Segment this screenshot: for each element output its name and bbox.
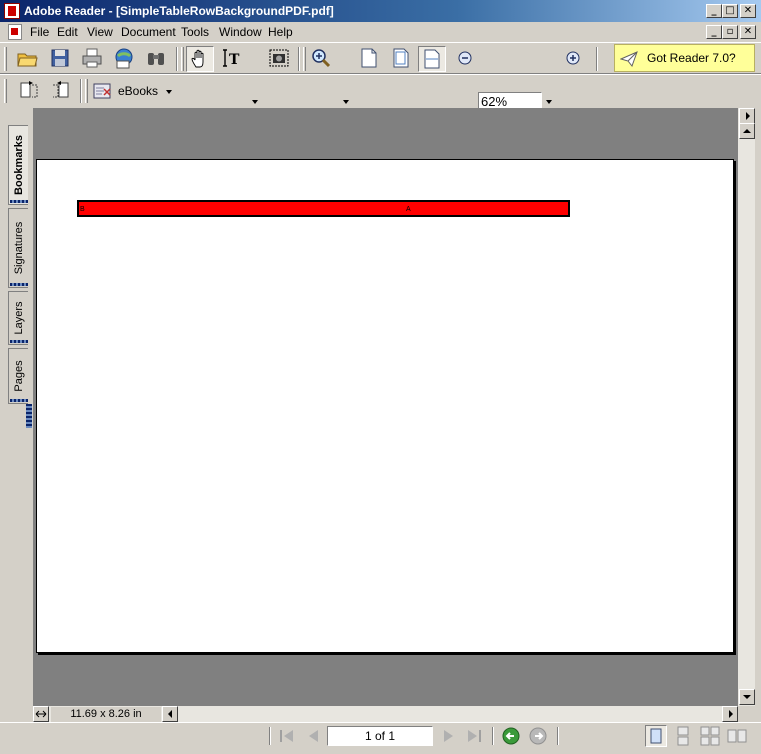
toolbar-separator <box>596 47 598 71</box>
collapse-panel-button[interactable] <box>739 108 755 124</box>
status-separator <box>269 727 271 745</box>
toolbar-grip[interactable] <box>181 47 184 71</box>
snapshot-tool-icon[interactable] <box>268 47 290 69</box>
menu-tools[interactable]: Tools <box>181 25 209 39</box>
table-cell: A <box>406 206 411 213</box>
toolbar-grip[interactable] <box>4 79 7 103</box>
table-cell: B <box>80 206 85 213</box>
ebooks-label: eBooks <box>118 84 159 98</box>
ebooks-icon <box>92 80 114 102</box>
maximize-button[interactable]: □ <box>722 4 738 18</box>
zoom-in-icon[interactable] <box>562 47 584 69</box>
toolbar-grip[interactable] <box>303 47 306 71</box>
continuous-facing-layout-icon[interactable] <box>700 726 720 746</box>
panel-splitter[interactable] <box>26 404 32 428</box>
svg-text:T: T <box>229 52 240 68</box>
facing-layout-icon[interactable] <box>727 726 747 746</box>
hand-tool-icon[interactable] <box>186 46 214 72</box>
adobe-reader-icon[interactable] <box>4 3 20 19</box>
close-button[interactable]: ✕ <box>740 4 756 18</box>
scroll-left-button[interactable] <box>162 706 178 722</box>
save-icon[interactable] <box>49 47 71 69</box>
toolbar-separator <box>176 47 178 71</box>
tab-layers[interactable]: Layers <box>8 291 28 345</box>
open-icon[interactable] <box>16 47 38 69</box>
title-bar: Adobe Reader - [SimpleTableRowBackground… <box>0 0 761 22</box>
doc-minimize-button[interactable]: _ <box>706 25 722 39</box>
doc-restore-button[interactable]: ▫ <box>722 25 738 39</box>
single-page-layout-icon[interactable] <box>645 725 667 747</box>
previous-page-icon[interactable] <box>304 727 322 745</box>
ebooks-button[interactable]: eBooks <box>92 79 178 103</box>
rotate-back-icon[interactable] <box>50 79 72 101</box>
got-reader-label: Got Reader 7.0? <box>647 51 736 65</box>
menu-view[interactable]: View <box>87 25 113 39</box>
paper-plane-icon <box>619 50 638 68</box>
scroll-right-button[interactable] <box>722 706 738 722</box>
menu-window[interactable]: Window <box>219 25 262 39</box>
tab-indicator <box>10 283 28 286</box>
actual-size-icon[interactable] <box>358 47 380 69</box>
tab-bookmarks-label: Bookmarks <box>12 135 25 195</box>
rotate-icon[interactable] <box>18 79 40 101</box>
tab-pages-label: Pages <box>12 360 25 392</box>
tab-signatures[interactable]: Signatures <box>8 208 28 288</box>
tab-pages[interactable]: Pages <box>8 348 28 404</box>
toolbar-grip[interactable] <box>4 47 7 71</box>
toolbar-separator <box>298 47 300 71</box>
document-icon[interactable] <box>8 24 22 40</box>
secondary-toolbar: eBooks <box>0 74 761 106</box>
window-title: Adobe Reader - [SimpleTableRowBackground… <box>24 4 334 18</box>
tab-indicator <box>10 340 28 343</box>
tab-signatures-label: Signatures <box>12 221 25 275</box>
select-text-icon[interactable]: T <box>221 47 243 69</box>
tab-indicator <box>10 200 28 203</box>
minimize-button[interactable]: _ <box>706 4 722 18</box>
menu-document[interactable]: Document <box>121 25 176 39</box>
last-page-icon[interactable] <box>465 727 483 745</box>
status-separator <box>492 727 494 745</box>
email-icon[interactable] <box>113 47 135 69</box>
page-size-toggle-button[interactable] <box>33 706 49 722</box>
continuous-layout-icon[interactable] <box>673 726 693 746</box>
menu-help[interactable]: Help <box>268 25 293 39</box>
page-number-field[interactable]: 1 of 1 <box>327 726 433 746</box>
tab-layers-label: Layers <box>12 301 25 335</box>
menu-file[interactable]: File <box>30 25 49 39</box>
vertical-scrollbar[interactable] <box>738 108 755 706</box>
page-size-label: 11.69 x 8.26 in <box>51 707 161 722</box>
zoom-in-tool-icon[interactable] <box>310 47 332 69</box>
search-binoculars-icon[interactable] <box>145 47 167 69</box>
got-reader-button[interactable]: Got Reader 7.0? <box>614 44 755 72</box>
tab-indicator <box>10 399 28 402</box>
table-row: B A <box>77 200 570 217</box>
toolbar-separator <box>80 79 82 103</box>
status-separator <box>557 727 559 745</box>
first-page-icon[interactable] <box>278 727 296 745</box>
scroll-up-button[interactable] <box>739 123 755 139</box>
print-icon[interactable] <box>81 47 103 69</box>
go-back-icon[interactable] <box>502 727 520 745</box>
menu-edit[interactable]: Edit <box>57 25 78 39</box>
pdf-page <box>36 159 734 653</box>
menu-bar: File Edit View Document Tools Window Hel… <box>0 22 761 42</box>
zoom-out-icon[interactable] <box>454 47 476 69</box>
doc-close-button[interactable]: ✕ <box>740 25 756 39</box>
fit-width-icon[interactable] <box>418 46 446 72</box>
fit-page-icon[interactable] <box>390 47 412 69</box>
next-page-icon[interactable] <box>440 727 458 745</box>
go-forward-icon[interactable] <box>529 727 547 745</box>
toolbar-grip[interactable] <box>85 79 88 103</box>
tab-bookmarks[interactable]: Bookmarks <box>8 125 28 205</box>
scroll-down-button[interactable] <box>739 689 755 705</box>
ebooks-dropdown-arrow[interactable] <box>166 90 172 94</box>
